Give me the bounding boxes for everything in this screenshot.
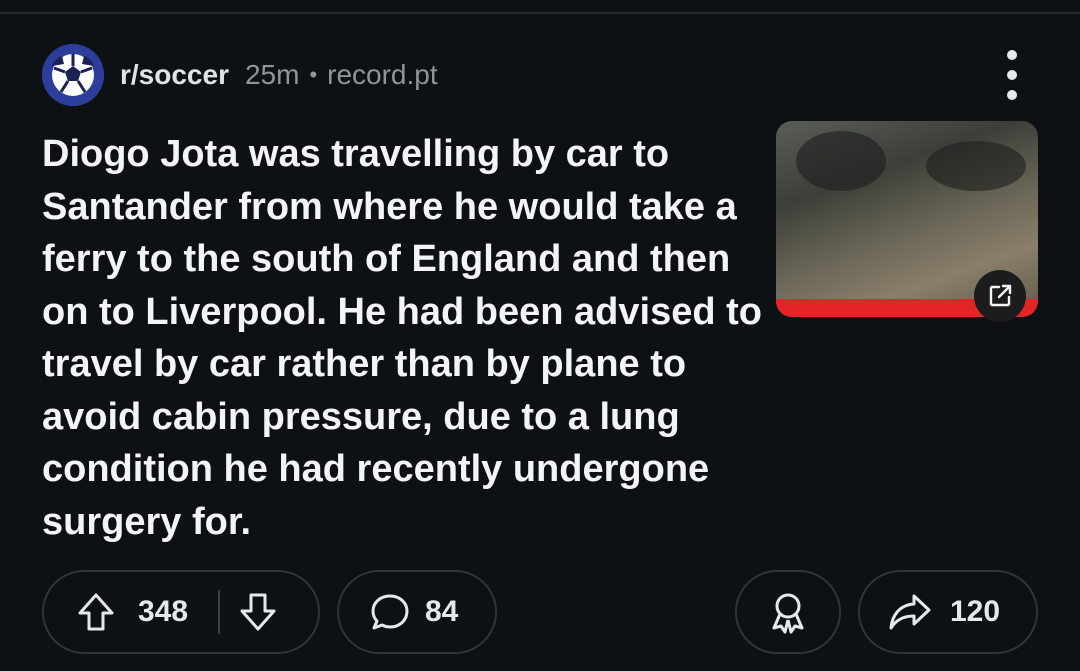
- thumbnail-smoke: [796, 131, 886, 191]
- thumbnail-wreck: [926, 141, 1026, 191]
- share-arrow-icon: [888, 592, 932, 632]
- post-age: 25m: [244, 59, 300, 90]
- post-title[interactable]: Diogo Jota was travelling by car to Sant…: [42, 128, 772, 548]
- award-icon: [768, 590, 808, 634]
- comments-button[interactable]: 84: [337, 570, 497, 654]
- more-vertical-icon[interactable]: [992, 50, 1032, 100]
- subreddit-name[interactable]: r/soccer: [120, 59, 229, 91]
- vote-divider: [218, 590, 221, 634]
- share-count: 120: [950, 595, 1001, 628]
- vote-control: 348: [42, 570, 320, 654]
- post-card[interactable]: r/soccer 25m • record.pt Diogo Jota was …: [0, 14, 1080, 671]
- action-bar: 348 84 120: [0, 570, 1080, 654]
- comment-bubble-icon: [369, 591, 411, 633]
- external-link-icon[interactable]: [974, 270, 1026, 322]
- upvote-count: 348: [138, 595, 189, 628]
- award-button[interactable]: [735, 570, 841, 654]
- post-header: r/soccer 25m • record.pt: [42, 44, 438, 106]
- downvote-arrow-icon[interactable]: [238, 591, 278, 633]
- comment-count: 84: [425, 595, 459, 628]
- soccer-ball-icon[interactable]: [42, 44, 104, 106]
- upvote-arrow-icon[interactable]: [76, 591, 116, 633]
- meta-separator: •: [309, 62, 318, 87]
- post-domain[interactable]: record.pt: [327, 59, 438, 91]
- share-button[interactable]: 120: [858, 570, 1038, 654]
